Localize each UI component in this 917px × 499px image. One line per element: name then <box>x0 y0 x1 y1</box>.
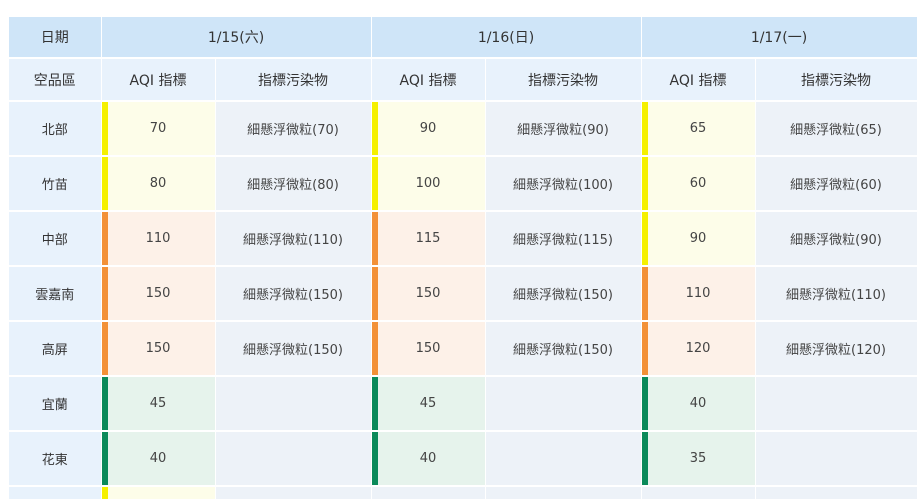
table-row: 花東 40 40 35 <box>9 431 917 487</box>
pollutant-value <box>485 431 642 487</box>
aqi-value: 70 <box>101 101 216 157</box>
table-row: 宜蘭 45 45 40 <box>9 376 917 432</box>
pollutant-value: 細懸浮微粒(90) <box>755 211 917 267</box>
aqi-value: 40 <box>641 376 756 432</box>
pollutant-value: 細懸浮微粒(60) <box>755 156 917 212</box>
date-label: 日期 <box>9 17 102 59</box>
aqi-forecast-panel: 日期 1/15(六) 1/16(日) 1/17(一) 空品區 AQI 指標 指標… <box>0 0 917 499</box>
aqi-value: 150 <box>101 321 216 377</box>
aqi-value: 40 <box>101 431 216 487</box>
aqi-value: 90 <box>371 101 486 157</box>
pollutant-value <box>215 486 372 499</box>
column-header-row: 空品區 AQI 指標 指標污染物 AQI 指標 指標污染物 AQI 指標 指標污… <box>9 58 917 102</box>
aqi-column-header: AQI 指標 <box>641 58 756 102</box>
pollutant-value: 細懸浮微粒(150) <box>215 266 372 322</box>
aqi-value: 150 <box>371 266 486 322</box>
region-name: 竹苗 <box>9 156 102 212</box>
pollutant-column-header: 指標污染物 <box>215 58 372 102</box>
aqi-column-header: AQI 指標 <box>101 58 216 102</box>
aqi-column-header: AQI 指標 <box>371 58 486 102</box>
table-row: 高屏 150 細懸浮微粒(150) 150 細懸浮微粒(150) 120 細懸浮微粒(120… <box>9 321 917 377</box>
date-header-row: 日期 1/15(六) 1/16(日) 1/17(一) <box>9 17 917 59</box>
aqi-value: 80 <box>101 156 216 212</box>
aqi-value: 90 <box>641 211 756 267</box>
pollutant-value: 細懸浮微粒(110) <box>755 266 917 322</box>
region-name: 宜蘭 <box>9 376 102 432</box>
aqi-value: 110 <box>641 266 756 322</box>
pollutant-value: 細懸浮微粒(150) <box>485 266 642 322</box>
pollutant-value <box>485 376 642 432</box>
aqi-forecast-table: 日期 1/15(六) 1/16(日) 1/17(一) 空品區 AQI 指標 指標… <box>9 17 917 499</box>
aqi-value <box>641 486 756 499</box>
aqi-value: 60 <box>641 156 756 212</box>
pollutant-value <box>215 376 372 432</box>
pollutant-value <box>755 431 917 487</box>
date-day-3: 1/17(一) <box>641 17 917 59</box>
date-day-1: 1/15(六) <box>101 17 372 59</box>
aqi-value: 45 <box>371 376 486 432</box>
pollutant-value <box>755 486 917 499</box>
date-day-2: 1/16(日) <box>371 17 642 59</box>
pollutant-value: 細懸浮微粒(90) <box>485 101 642 157</box>
pollutant-value: 細懸浮微粒(100) <box>485 156 642 212</box>
pollutant-value: 細懸浮微粒(80) <box>215 156 372 212</box>
aqi-value: 45 <box>101 376 216 432</box>
pollutant-value <box>755 376 917 432</box>
aqi-value <box>371 486 486 499</box>
pollutant-column-header: 指標污染物 <box>485 58 642 102</box>
table-row: 雲嘉南 150 細懸浮微粒(150) 150 細懸浮微粒(150) 110 細懸浮微粒(11… <box>9 266 917 322</box>
pollutant-value: 細懸浮微粒(115) <box>485 211 642 267</box>
pollutant-value: 細懸浮微粒(110) <box>215 211 372 267</box>
region-name: 中部 <box>9 211 102 267</box>
aqi-value: 110 <box>101 211 216 267</box>
pollutant-column-header: 指標污染物 <box>755 58 917 102</box>
table-row: 中部 110 細懸浮微粒(110) 115 細懸浮微粒(115) 90 細懸浮微粒(90) <box>9 211 917 267</box>
region-name <box>9 486 102 499</box>
aqi-value: 120 <box>641 321 756 377</box>
aqi-table-body: 北部 70 細懸浮微粒(70) 90 細懸浮微粒(90) 65 細懸浮微粒(65) 竹苗 80 細… <box>9 101 917 499</box>
aqi-value: 115 <box>371 211 486 267</box>
aqi-value: 150 <box>371 321 486 377</box>
table-row: 北部 70 細懸浮微粒(70) 90 細懸浮微粒(90) 65 細懸浮微粒(65) <box>9 101 917 157</box>
region-name: 高屏 <box>9 321 102 377</box>
table-row <box>9 486 917 499</box>
aqi-value: 65 <box>641 101 756 157</box>
aqi-value: 35 <box>641 431 756 487</box>
region-name: 北部 <box>9 101 102 157</box>
aqi-value <box>101 486 216 499</box>
aqi-value: 40 <box>371 431 486 487</box>
pollutant-value <box>215 431 372 487</box>
pollutant-value: 細懸浮微粒(150) <box>485 321 642 377</box>
region-name: 雲嘉南 <box>9 266 102 322</box>
table-row: 竹苗 80 細懸浮微粒(80) 100 細懸浮微粒(100) 60 細懸浮微粒(60) <box>9 156 917 212</box>
pollutant-value: 細懸浮微粒(65) <box>755 101 917 157</box>
region-column-header: 空品區 <box>9 58 102 102</box>
pollutant-value: 細懸浮微粒(120) <box>755 321 917 377</box>
pollutant-value: 細懸浮微粒(150) <box>215 321 372 377</box>
pollutant-value: 細懸浮微粒(70) <box>215 101 372 157</box>
aqi-value: 100 <box>371 156 486 212</box>
region-name: 花東 <box>9 431 102 487</box>
aqi-value: 150 <box>101 266 216 322</box>
pollutant-value <box>485 486 642 499</box>
